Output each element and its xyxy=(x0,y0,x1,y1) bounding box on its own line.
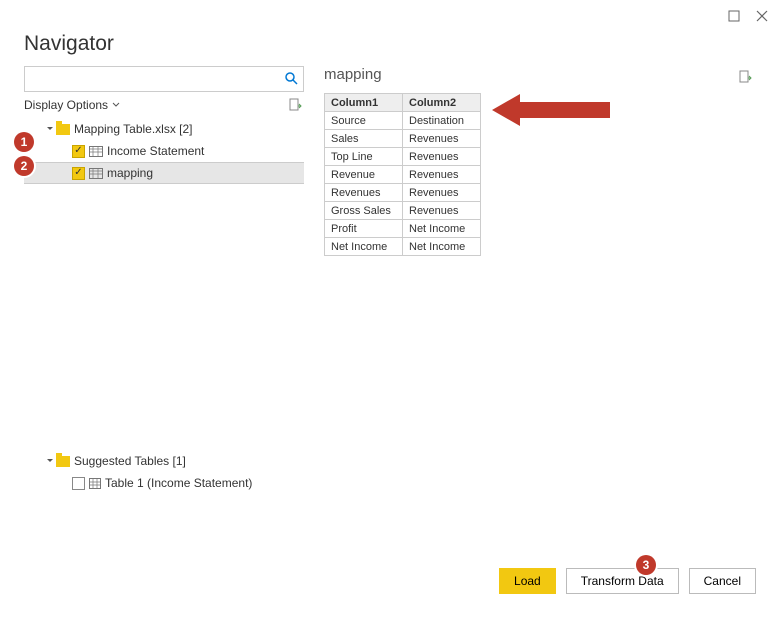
table-row: SourceDestination xyxy=(325,112,481,130)
left-pane: Display Options Mapping Table.xlsx [2] xyxy=(24,66,304,558)
tree-suggested-item[interactable]: Table 1 (Income Statement) xyxy=(24,472,304,494)
table-cell: Gross Sales xyxy=(325,202,403,220)
table-cell: Profit xyxy=(325,220,403,238)
table-cell: Net Income xyxy=(403,238,481,256)
table-cell: Revenues xyxy=(403,130,481,148)
cancel-button[interactable]: Cancel xyxy=(689,568,756,594)
preview-title: mapping xyxy=(324,66,382,83)
table-cell: Source xyxy=(325,112,403,130)
load-button[interactable]: Load xyxy=(499,568,556,594)
table-cell: Sales xyxy=(325,130,403,148)
table-row: RevenuesRevenues xyxy=(325,184,481,202)
table-cell: Top Line xyxy=(325,148,403,166)
maximize-icon[interactable] xyxy=(728,10,740,22)
expander-icon[interactable] xyxy=(44,457,56,465)
tree-file-node[interactable]: Mapping Table.xlsx [2] xyxy=(24,118,304,140)
table-icon xyxy=(89,168,103,179)
column-header[interactable]: Column2 xyxy=(403,94,481,112)
table-row: SalesRevenues xyxy=(325,130,481,148)
titlebar xyxy=(0,0,780,32)
checkbox[interactable] xyxy=(72,145,85,158)
transform-data-button[interactable]: Transform Data xyxy=(566,568,679,594)
annotation-callout-1: 1 xyxy=(14,132,34,152)
display-options-label: Display Options xyxy=(24,98,108,112)
table-row: RevenueRevenues xyxy=(325,166,481,184)
folder-icon xyxy=(56,456,70,467)
preview-refresh-icon[interactable] xyxy=(738,70,752,89)
refresh-icon[interactable] xyxy=(288,98,302,112)
table-cell: Net Income xyxy=(325,238,403,256)
table-cell: Destination xyxy=(403,112,481,130)
tree-suggested-item-label: Table 1 (Income Statement) xyxy=(105,476,252,490)
table-cell: Revenues xyxy=(325,184,403,202)
table-cell: Revenues xyxy=(403,202,481,220)
annotation-callout-2: 2 xyxy=(14,156,34,176)
checkbox[interactable] xyxy=(72,477,85,490)
column-header[interactable]: Column1 xyxy=(325,94,403,112)
table-row: Top LineRevenues xyxy=(325,148,481,166)
footer: Load Transform Data Cancel xyxy=(0,558,780,604)
grid-icon xyxy=(89,478,101,489)
nav-tree: Mapping Table.xlsx [2] Income Statement … xyxy=(24,118,304,558)
folder-icon xyxy=(56,124,70,135)
dialog-header: Navigator xyxy=(0,32,780,66)
table-header-row: Column1 Column2 xyxy=(325,94,481,112)
close-icon[interactable] xyxy=(756,10,768,22)
table-cell: Revenues xyxy=(403,184,481,202)
tree-item-label: mapping xyxy=(107,166,153,180)
tree-item-label: Income Statement xyxy=(107,144,204,158)
tree-item-income-statement[interactable]: Income Statement xyxy=(24,140,304,162)
right-pane: mapping Column1 Column2 SourceDestinatio… xyxy=(324,66,756,558)
table-cell: Net Income xyxy=(403,220,481,238)
tree-suggested-header[interactable]: Suggested Tables [1] xyxy=(24,450,304,472)
table-cell: Revenue xyxy=(325,166,403,184)
search-box[interactable] xyxy=(24,66,304,92)
checkbox[interactable] xyxy=(72,167,85,180)
table-cell: Revenues xyxy=(403,166,481,184)
preview-table: Column1 Column2 SourceDestinationSalesRe… xyxy=(324,93,481,256)
table-cell: Revenues xyxy=(403,148,481,166)
dialog-title: Navigator xyxy=(24,32,756,56)
search-icon[interactable] xyxy=(279,71,303,88)
table-row: Net IncomeNet Income xyxy=(325,238,481,256)
table-icon xyxy=(89,146,103,157)
annotation-arrow xyxy=(492,90,612,130)
chevron-down-icon xyxy=(112,101,120,109)
expander-icon[interactable] xyxy=(44,125,56,133)
display-options-dropdown[interactable]: Display Options xyxy=(24,98,120,112)
tree-file-label: Mapping Table.xlsx [2] xyxy=(74,122,193,136)
table-row: Gross SalesRevenues xyxy=(325,202,481,220)
table-row: ProfitNet Income xyxy=(325,220,481,238)
annotation-callout-3: 3 xyxy=(636,555,656,575)
tree-item-mapping[interactable]: mapping xyxy=(24,162,304,184)
tree-suggested-label: Suggested Tables [1] xyxy=(74,454,186,468)
search-input[interactable] xyxy=(25,67,279,91)
